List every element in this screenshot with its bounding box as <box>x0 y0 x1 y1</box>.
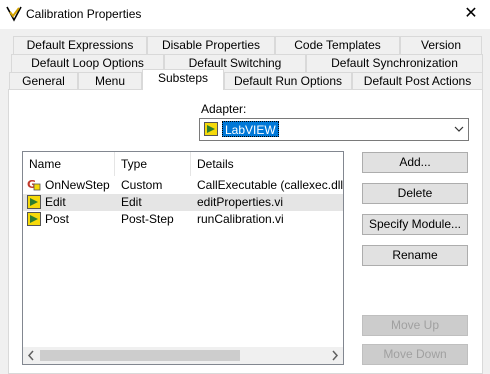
close-button[interactable]: ✕ <box>456 2 486 26</box>
horizontal-scrollbar[interactable] <box>23 347 343 364</box>
column-header-details[interactable]: Details <box>191 152 343 176</box>
title-bar: Calibration Properties ✕ <box>0 0 490 29</box>
row-name: OnNewStep <box>45 178 110 192</box>
executable-icon: G <box>27 178 41 191</box>
tab-general[interactable]: General <box>9 72 78 90</box>
labview-icon <box>204 122 218 136</box>
check-v-icon <box>6 6 22 22</box>
row-details: editProperties.vi <box>197 195 284 209</box>
list-row-edit[interactable]: Edit Edit editProperties.vi <box>23 194 343 211</box>
adapter-select[interactable]: LabVIEW <box>199 118 469 141</box>
add-button[interactable]: Add... <box>362 152 468 173</box>
tab-disable-properties[interactable]: Disable Properties <box>147 36 275 54</box>
row-name: Post <box>45 212 70 226</box>
labview-icon <box>27 212 41 226</box>
adapter-value: LabVIEW <box>222 121 279 137</box>
delete-button[interactable]: Delete <box>362 183 468 204</box>
row-details: CallExecutable (callexec.dll) <box>197 178 344 192</box>
specify-module-button[interactable]: Specify Module... <box>362 214 468 235</box>
tab-menu[interactable]: Menu <box>78 72 142 90</box>
row-type: Custom <box>121 178 163 192</box>
labview-icon <box>27 195 41 209</box>
tab-default-expressions[interactable]: Default Expressions <box>13 36 147 54</box>
tab-default-run-options[interactable]: Default Run Options <box>224 72 352 90</box>
column-header-type[interactable]: Type <box>115 152 191 176</box>
close-icon: ✕ <box>464 5 478 22</box>
scrollbar-thumb[interactable] <box>40 350 240 361</box>
row-type: Edit <box>121 195 142 209</box>
column-header-name[interactable]: Name <box>23 152 115 176</box>
adapter-label: Adapter: <box>201 102 247 116</box>
list-row-post[interactable]: Post Post-Step runCalibration.vi <box>23 211 343 228</box>
tab-default-synchronization[interactable]: Default Synchronization <box>306 54 483 72</box>
list-row-onnewstep[interactable]: G OnNewStep Custom CallExecutable (calle… <box>23 177 343 194</box>
row-type: Post-Step <box>121 212 174 226</box>
row-name: Edit <box>45 195 66 209</box>
tab-code-templates[interactable]: Code Templates <box>275 36 400 54</box>
tab-version[interactable]: Version <box>400 36 482 54</box>
scroll-right-icon[interactable] <box>326 347 343 364</box>
rename-button[interactable]: Rename <box>362 245 468 266</box>
move-down-button[interactable]: Move Down <box>362 344 468 365</box>
chevron-down-icon <box>454 126 464 132</box>
move-up-button[interactable]: Move Up <box>362 315 468 336</box>
window-title: Calibration Properties <box>26 7 142 21</box>
tab-substeps[interactable]: Substeps <box>142 69 224 90</box>
substeps-list[interactable]: Name Type Details G OnNewStep Custom Cal… <box>22 151 344 365</box>
scroll-left-icon[interactable] <box>23 347 40 364</box>
tab-default-post-actions[interactable]: Default Post Actions <box>352 72 483 90</box>
row-details: runCalibration.vi <box>197 212 284 226</box>
